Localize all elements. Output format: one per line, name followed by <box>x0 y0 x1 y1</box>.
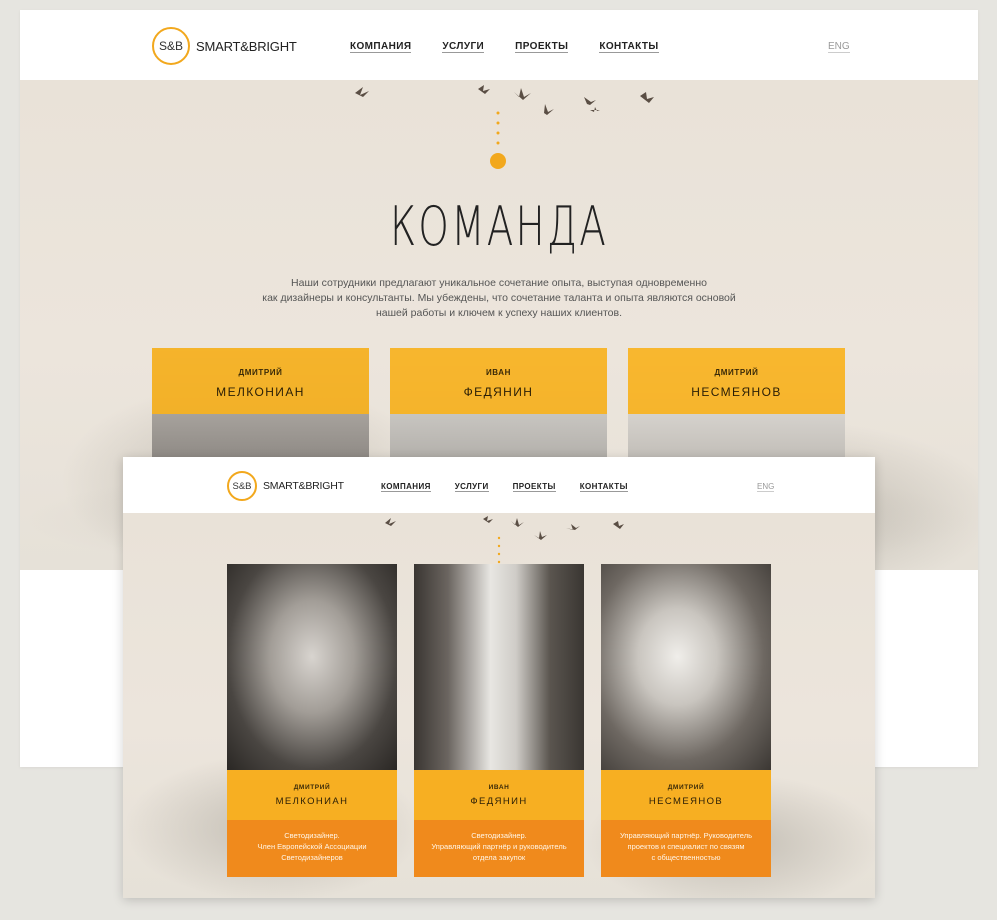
role-line: Светодизайнер. <box>471 831 527 840</box>
lang-switch[interactable]: ENG <box>757 482 775 492</box>
last-name: ФЕДЯНИН <box>470 796 528 807</box>
logo[interactable]: S&B SMART&BRIGHT <box>152 27 297 65</box>
name-band: ДМИТРИЙ МЕЛКОНИАН <box>227 770 397 820</box>
logo[interactable]: S&B SMART&BRIGHT <box>227 471 344 501</box>
nav-services[interactable]: УСЛУГИ <box>442 41 485 53</box>
team-card[interactable]: ДМИТРИЙ НЕСМЕЯНОВ Управляющий партнёр. Р… <box>601 564 771 877</box>
last-name: ФЕДЯНИН <box>463 385 534 399</box>
nav-projects[interactable]: ПРОЕКТЫ <box>512 482 556 492</box>
team-card[interactable]: ИВАН ФЕДЯНИН Светодизайнер. Управляющий … <box>414 564 584 877</box>
first-name: ДМИТРИЙ <box>238 368 283 377</box>
first-name: ДМИТРИЙ <box>293 784 331 791</box>
intro-line: Наши сотрудники предлагают уникальное со… <box>291 277 707 289</box>
logo-name: SMART&BRIGHT <box>196 38 297 54</box>
portrait-photo <box>227 564 397 770</box>
nav-projects[interactable]: ПРОЕКТЫ <box>515 41 569 53</box>
name-band: ДМИТРИЙ МЕЛКОНИАН <box>152 348 369 414</box>
main-nav: КОМПАНИЯ УСЛУГИ ПРОЕКТЫ КОНТАКТЫ <box>381 482 628 492</box>
portrait-photo <box>601 564 771 770</box>
role-line: с общественностью <box>651 853 721 862</box>
intro-line: нашей работы и ключем к успеху наших кли… <box>375 307 623 319</box>
logo-mark: S&B <box>152 27 190 65</box>
role-line: Светодизайнер. <box>284 831 340 840</box>
nav-company[interactable]: КОМПАНИЯ <box>381 482 431 492</box>
team-card[interactable]: ДМИТРИЙ МЕЛКОНИАН Светодизайнер. Член Ев… <box>227 564 397 877</box>
role-line: Светодизайнеров <box>281 853 343 862</box>
role-description: Светодизайнер. Управляющий партнёр и рук… <box>414 820 584 877</box>
intro-text: Наши сотрудники предлагают уникальное со… <box>249 276 749 321</box>
role-line: Управляющий партнёр и руководитель <box>431 842 567 851</box>
name-band: ДМИТРИЙ НЕСМЕЯНОВ <box>601 770 771 820</box>
first-name: ИВАН <box>485 368 512 377</box>
role-line: Управляющий партнёр. Руководитель <box>620 831 752 840</box>
first-name: ДМИТРИЙ <box>667 784 705 791</box>
last-name: НЕСМЕЯНОВ <box>691 385 782 399</box>
first-name: ДМИТРИЙ <box>714 368 759 377</box>
nav-company[interactable]: КОМПАНИЯ <box>350 41 412 53</box>
nav-services[interactable]: УСЛУГИ <box>454 482 489 492</box>
role-line: Член Европейской Ассоциации <box>257 842 367 851</box>
role-description: Светодизайнер. Член Европейской Ассоциац… <box>227 820 397 877</box>
nav-contacts[interactable]: КОНТАКТЫ <box>599 41 659 53</box>
name-band: ДМИТРИЙ НЕСМЕЯНОВ <box>628 348 845 414</box>
last-name: НЕСМЕЯНОВ <box>648 796 724 807</box>
role-description: Управляющий партнёр. Руководитель проект… <box>601 820 771 877</box>
role-line: отдела закупок <box>472 853 526 862</box>
portrait-photo <box>414 564 584 770</box>
site-header: S&B SMART&BRIGHT КОМПАНИЯ УСЛУГИ ПРОЕКТЫ… <box>20 10 978 80</box>
last-name: МЕЛКОНИАН <box>216 385 305 399</box>
role-line: проектов и специалист по связям <box>627 842 745 851</box>
logo-name: SMART&BRIGHT <box>263 480 344 492</box>
first-name: ИВАН <box>488 784 510 791</box>
intro-line: как дизайнеры и консультанты. Мы убежден… <box>262 292 736 304</box>
lang-switch[interactable]: ENG <box>828 41 850 53</box>
site-header: S&B SMART&BRIGHT КОМПАНИЯ УСЛУГИ ПРОЕКТЫ… <box>123 457 875 513</box>
main-nav: КОМПАНИЯ УСЛУГИ ПРОЕКТЫ КОНТАКТЫ <box>350 41 659 53</box>
page-title: КОМАНДА <box>389 195 609 258</box>
name-band: ИВАН ФЕДЯНИН <box>390 348 607 414</box>
last-name: МЕЛКОНИАН <box>275 796 349 807</box>
logo-mark: S&B <box>227 471 257 501</box>
name-band: ИВАН ФЕДЯНИН <box>414 770 584 820</box>
team-page-hover: S&B SMART&BRIGHT КОМПАНИЯ УСЛУГИ ПРОЕКТЫ… <box>123 457 875 898</box>
nav-contacts[interactable]: КОНТАКТЫ <box>579 482 628 492</box>
